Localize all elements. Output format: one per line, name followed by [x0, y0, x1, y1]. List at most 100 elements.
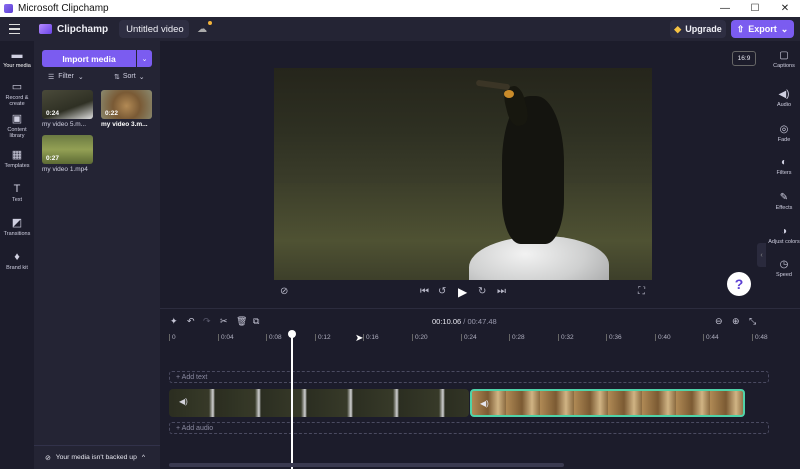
import-options-chevron-icon[interactable]: ⌄: [137, 50, 152, 67]
upload-icon: ⇧: [736, 23, 745, 34]
skip-forward-icon[interactable]: ⏭: [497, 286, 506, 297]
nav-templates[interactable]: ▦ Templates: [0, 149, 34, 169]
zoom-out-icon[interactable]: ⊖: [715, 316, 723, 327]
panel-label: Effects: [775, 205, 793, 211]
video-clip-lion-selected[interactable]: ◀): [470, 389, 745, 417]
add-text-label: + Add text: [176, 373, 208, 381]
nav-content-library[interactable]: ▣ Content library: [0, 113, 34, 139]
ruler-tick: 0: [169, 334, 176, 341]
zoom-in-icon[interactable]: ⊕: [732, 316, 740, 327]
cloud-warning-icon: ⊘: [45, 454, 51, 462]
filters-icon: ◐: [780, 157, 788, 168]
panel-label: Filters: [776, 170, 792, 176]
backup-banner[interactable]: ⊘ Your media isn't backed up ^: [34, 445, 160, 469]
fit-timeline-icon[interactable]: ⤡: [749, 316, 756, 327]
minimize-button[interactable]: —: [710, 0, 740, 17]
project-name-field[interactable]: Untitled video: [119, 20, 190, 38]
left-nav-rail: ▬ Your media ▭ Record & create ▣ Content…: [0, 41, 34, 469]
panel-filters[interactable]: ◐ Filters: [768, 157, 800, 176]
chevron-down-icon: ⌄: [138, 74, 145, 81]
split-scissors-icon[interactable]: ✂: [220, 316, 228, 327]
duplicate-icon[interactable]: ⧉: [253, 316, 259, 327]
panel-adjust-colors[interactable]: ◑ Adjust colors: [768, 226, 800, 245]
panel-fade[interactable]: ◎ Fade: [768, 124, 800, 143]
clipchamp-logo-icon: [39, 24, 52, 34]
panel-effects[interactable]: ✎ Effects: [768, 192, 800, 211]
panel-audio[interactable]: ◀) Audio: [768, 89, 800, 108]
video-preview[interactable]: [274, 68, 652, 280]
time-ruler[interactable]: 0 0:04 0:08 0:12 0:16 0:20 0:24 0:28 0:3…: [160, 331, 800, 347]
nav-label: Record & create: [5, 95, 29, 107]
redo-icon[interactable]: ↷: [203, 316, 211, 327]
nav-record-create[interactable]: ▭ Record & create: [0, 81, 34, 107]
ruler-tick: 0:36: [606, 334, 622, 341]
add-audio-track[interactable]: + Add audio: [169, 422, 769, 434]
effects-icon: ✎: [779, 192, 789, 203]
nav-label: Text: [11, 197, 23, 203]
media-panel: Import media ⌄ ☰ Filter ⌄ ⇅ Sort ⌄ 0:24 …: [34, 41, 160, 469]
backup-text: Your media isn't backed up: [55, 454, 137, 461]
media-name: my video 3.m...: [101, 121, 148, 128]
transitions-icon: ◩: [11, 217, 23, 229]
import-media-button[interactable]: Import media: [42, 50, 136, 67]
maximize-button[interactable]: ☐: [740, 0, 770, 17]
nav-transitions[interactable]: ◩ Transitions: [0, 217, 34, 237]
delete-icon[interactable]: 🗑: [236, 316, 247, 327]
timeline: ✦ ↶ ↷ ✂ 🗑 ⧉ 00:10.06 / 00:47.48 ⊖ ⊕ ⤡ 0 …: [160, 308, 800, 469]
playhead[interactable]: [288, 330, 296, 469]
ruler-tick: 0:04: [218, 334, 234, 341]
export-button[interactable]: ⇧ Export ⌄: [731, 20, 794, 38]
nav-text[interactable]: T Text: [0, 183, 34, 203]
sort-button[interactable]: ⇅ Sort ⌄: [114, 73, 145, 81]
filter-label: Filter: [58, 73, 74, 80]
ruler-tick: 0:28: [509, 334, 525, 341]
help-button[interactable]: ?: [727, 272, 751, 296]
panel-label: Speed: [776, 272, 792, 278]
close-button[interactable]: ✕: [770, 0, 800, 17]
forward-5s-icon[interactable]: ↻: [478, 286, 486, 297]
fullscreen-icon[interactable]: ⛶: [638, 286, 645, 297]
video-clip-bird[interactable]: ◀): [169, 389, 469, 417]
panel-speed[interactable]: ◷ Speed: [768, 259, 800, 278]
panel-captions[interactable]: ▢ Captions: [768, 50, 800, 69]
media-duration: 0:22: [105, 110, 119, 117]
captions-icon: ▢: [779, 50, 789, 61]
window-title: Microsoft Clipchamp: [18, 3, 109, 14]
media-thumbnail[interactable]: 0:22: [101, 90, 152, 119]
upgrade-button[interactable]: ◆ Upgrade: [670, 20, 726, 38]
rewind-5s-icon[interactable]: ↺: [438, 286, 446, 297]
menu-icon[interactable]: [9, 23, 31, 35]
ruler-tick: 0:16: [363, 334, 379, 341]
speed-icon: ◷: [779, 259, 789, 270]
volume-icon[interactable]: ◀): [179, 397, 188, 406]
panel-label: Captions: [773, 63, 795, 69]
right-properties-rail: ▢ Captions ◀) Audio ◎ Fade ◐ Filters ✎ E…: [768, 41, 800, 308]
undo-icon[interactable]: ↶: [187, 316, 195, 327]
ruler-tick: 0:24: [461, 334, 477, 341]
add-text-track[interactable]: + Add text: [169, 371, 769, 383]
volume-icon[interactable]: ◀): [480, 399, 489, 408]
filter-icon: ☰: [48, 74, 55, 81]
brand-name: Clipchamp: [57, 23, 109, 35]
play-icon[interactable]: ▶: [458, 285, 467, 299]
skip-back-icon[interactable]: ⏮: [420, 286, 429, 297]
panel-label: Fade: [777, 137, 791, 143]
cloud-sync-icon[interactable]: ☁: [197, 20, 213, 35]
filter-button[interactable]: ☰ Filter ⌄: [48, 73, 84, 81]
nav-brand-kit[interactable]: ♦ Brand kit: [0, 251, 34, 271]
magic-wand-icon[interactable]: ✦: [170, 316, 178, 327]
ruler-tick: 0:48: [752, 334, 768, 341]
ruler-tick: 0:32: [558, 334, 574, 341]
collapse-right-panel-handle[interactable]: ‹: [757, 243, 766, 267]
timeline-scrollbar[interactable]: [169, 463, 564, 467]
panel-label: Audio: [776, 102, 792, 108]
hide-captions-icon[interactable]: ⊘: [280, 286, 288, 297]
upgrade-label: Upgrade: [685, 24, 722, 34]
aspect-ratio-button[interactable]: 16:9: [732, 51, 756, 66]
media-thumbnail[interactable]: 0:27: [42, 135, 93, 164]
media-thumbnail[interactable]: 0:24: [42, 90, 93, 119]
nav-label: Brand kit: [6, 265, 28, 271]
nav-your-media[interactable]: ▬ Your media: [0, 49, 34, 69]
library-icon: ▣: [11, 113, 23, 125]
nav-label: Transitions: [3, 231, 31, 237]
